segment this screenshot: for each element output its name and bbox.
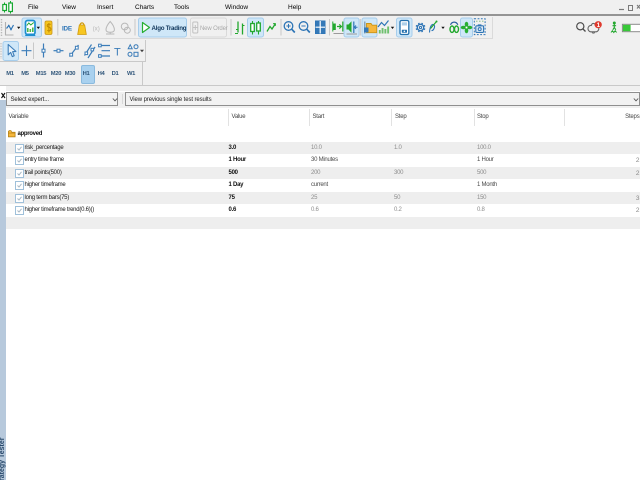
svg-text:T: T (114, 47, 121, 59)
svg-text:New Order: New Order (200, 26, 228, 32)
svg-text:(x): (x) (93, 25, 100, 32)
svg-text:1: 1 (597, 22, 601, 29)
svg-text:IDE: IDE (62, 25, 72, 32)
svg-text:Algo Trading: Algo Trading (152, 25, 187, 32)
